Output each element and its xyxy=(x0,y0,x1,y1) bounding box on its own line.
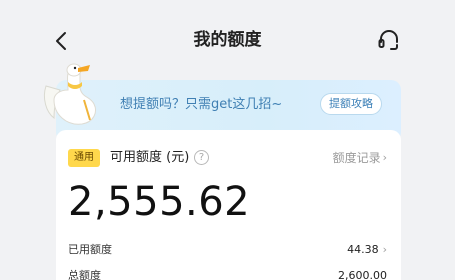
total-quota-value: 2,600.00 xyxy=(338,268,387,280)
raise-limit-guide-button[interactable]: 提额攻略 xyxy=(320,93,382,115)
used-quota-label: 已用额度 xyxy=(68,243,112,256)
available-amount: 2,555.62 xyxy=(68,179,251,225)
total-quota-label: 总额度 xyxy=(68,269,101,280)
goose-mascot xyxy=(40,60,110,132)
quota-record-link[interactable]: 额度记录 › xyxy=(333,149,387,167)
headset-icon[interactable] xyxy=(374,26,404,54)
chevron-right-icon: › xyxy=(382,242,387,256)
general-tag: 通用 xyxy=(68,149,100,167)
help-icon[interactable]: ? xyxy=(194,150,209,165)
banner-text: 想提额吗？只需get这几招~ xyxy=(120,97,283,112)
total-quota-row: 总额度 2,600.00 xyxy=(68,266,387,280)
used-quota-value: 44.38 xyxy=(347,242,379,256)
chevron-right-icon: › xyxy=(382,151,387,164)
quota-record-label: 额度记录 xyxy=(332,151,381,165)
used-quota-row[interactable]: 已用额度 44.38 › xyxy=(68,240,387,258)
available-quota-label: 可用额度 (元) xyxy=(110,150,190,165)
quota-card: 通用 可用额度 (元) ? 额度记录 › 2,555.62 已用额度 44.38… xyxy=(56,130,401,280)
